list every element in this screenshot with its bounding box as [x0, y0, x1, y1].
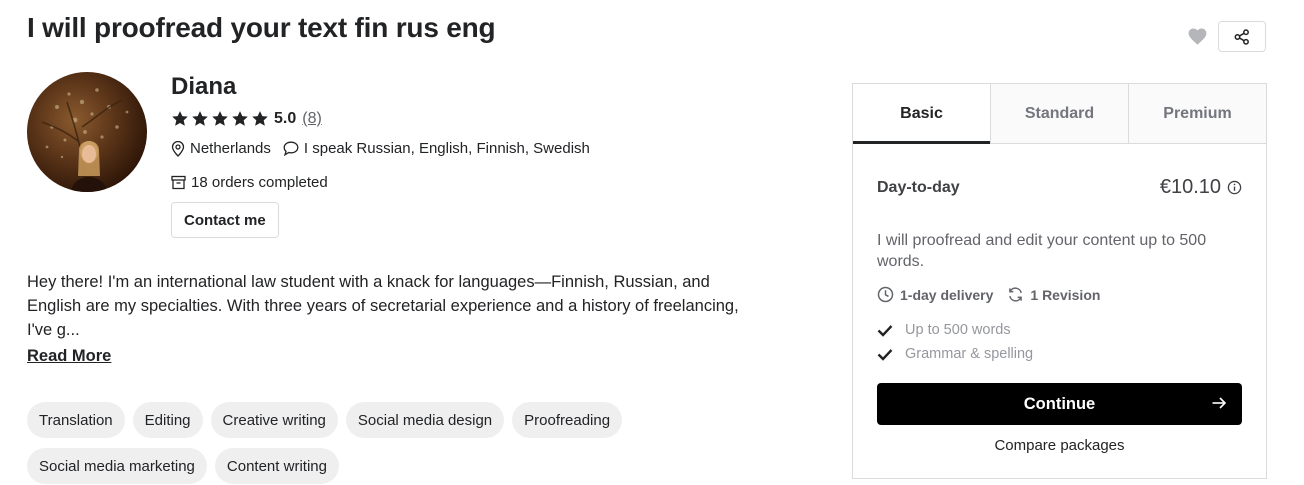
- favorite-button[interactable]: [1186, 26, 1208, 48]
- tag-proofreading[interactable]: Proofreading: [512, 402, 623, 438]
- seller-avatar[interactable]: [27, 72, 147, 192]
- package-price-wrap: €10.10: [1160, 176, 1242, 199]
- seller-orders: 18 orders completed: [171, 174, 328, 191]
- feature-item: Up to 500 words: [877, 318, 1033, 342]
- avatar-photo: [41, 88, 129, 192]
- compare-packages-link[interactable]: Compare packages: [853, 437, 1266, 454]
- chat-bubble-icon: [283, 141, 299, 156]
- read-more-link[interactable]: Read More: [27, 347, 111, 366]
- star-icon: [252, 111, 268, 126]
- star-icon: [232, 111, 248, 126]
- package-price: €10.10: [1159, 176, 1221, 198]
- rating-count-link[interactable]: (8): [302, 110, 322, 128]
- heart-icon: [1188, 28, 1206, 45]
- seller-name[interactable]: Diana: [171, 73, 236, 101]
- tag-translation[interactable]: Translation: [27, 402, 125, 438]
- continue-button[interactable]: Continue: [877, 383, 1242, 425]
- seller-meta: Netherlands I speak Russian, English, Fi…: [171, 140, 590, 157]
- package-features: Up to 500 words Grammar & spelling: [877, 318, 1033, 366]
- delivery-time: 1-day delivery: [900, 286, 994, 303]
- contact-me-button[interactable]: Contact me: [171, 202, 279, 238]
- star-icon: [172, 111, 188, 126]
- archive-box-icon: [171, 175, 186, 190]
- share-button[interactable]: [1218, 21, 1266, 52]
- tab-basic[interactable]: Basic: [853, 84, 990, 144]
- star-icon: [192, 111, 208, 126]
- checkmark-icon: [877, 348, 893, 361]
- orders-completed: 18 orders completed: [191, 174, 328, 191]
- refresh-icon: [1007, 286, 1024, 303]
- tab-premium[interactable]: Premium: [1128, 84, 1266, 143]
- skill-tags: Translation Editing Creative writing Soc…: [27, 402, 787, 484]
- rating-score: 5.0: [274, 110, 297, 127]
- checkmark-icon: [877, 324, 893, 337]
- tag-content-writing[interactable]: Content writing: [214, 448, 339, 484]
- tag-editing[interactable]: Editing: [132, 402, 203, 438]
- location-pin-icon: [171, 140, 185, 157]
- clock-icon: [877, 286, 894, 303]
- info-icon[interactable]: [1227, 180, 1242, 195]
- tag-creative-writing[interactable]: Creative writing: [210, 402, 338, 438]
- package-description: I will proofread and edit your content u…: [877, 232, 1207, 270]
- package-header: Day-to-day €10.10: [877, 176, 1242, 199]
- arrow-right-icon: [1210, 394, 1228, 412]
- seller-languages: I speak Russian, English, Finnish, Swedi…: [303, 140, 590, 157]
- feature-label: Grammar & spelling: [905, 346, 1034, 362]
- top-actions: [1186, 21, 1266, 52]
- package-tabs: Basic Standard Premium: [853, 84, 1266, 144]
- seller-location: Netherlands: [190, 140, 271, 157]
- feature-item: Grammar & spelling: [877, 342, 1033, 366]
- seller-rating: 5.0 (8): [171, 110, 322, 128]
- package-facts: 1-day delivery 1 Revision: [877, 286, 1100, 303]
- share-icon: [1234, 28, 1249, 45]
- revisions: 1 Revision: [1030, 286, 1101, 303]
- gig-description: Hey there! I'm an international law stud…: [27, 273, 739, 339]
- star-icon: [212, 111, 228, 126]
- continue-label: Continue: [1023, 394, 1096, 413]
- gig-title: I will proofread your text fin rus eng: [27, 12, 496, 43]
- package-card: Basic Standard Premium Day-to-day €10.10…: [852, 83, 1267, 479]
- tag-social-media-marketing[interactable]: Social media marketing: [27, 448, 207, 484]
- tab-standard[interactable]: Standard: [990, 84, 1128, 143]
- feature-label: Up to 500 words: [905, 322, 1011, 338]
- package-name: Day-to-day: [877, 178, 960, 196]
- tag-social-media-design[interactable]: Social media design: [345, 402, 505, 438]
